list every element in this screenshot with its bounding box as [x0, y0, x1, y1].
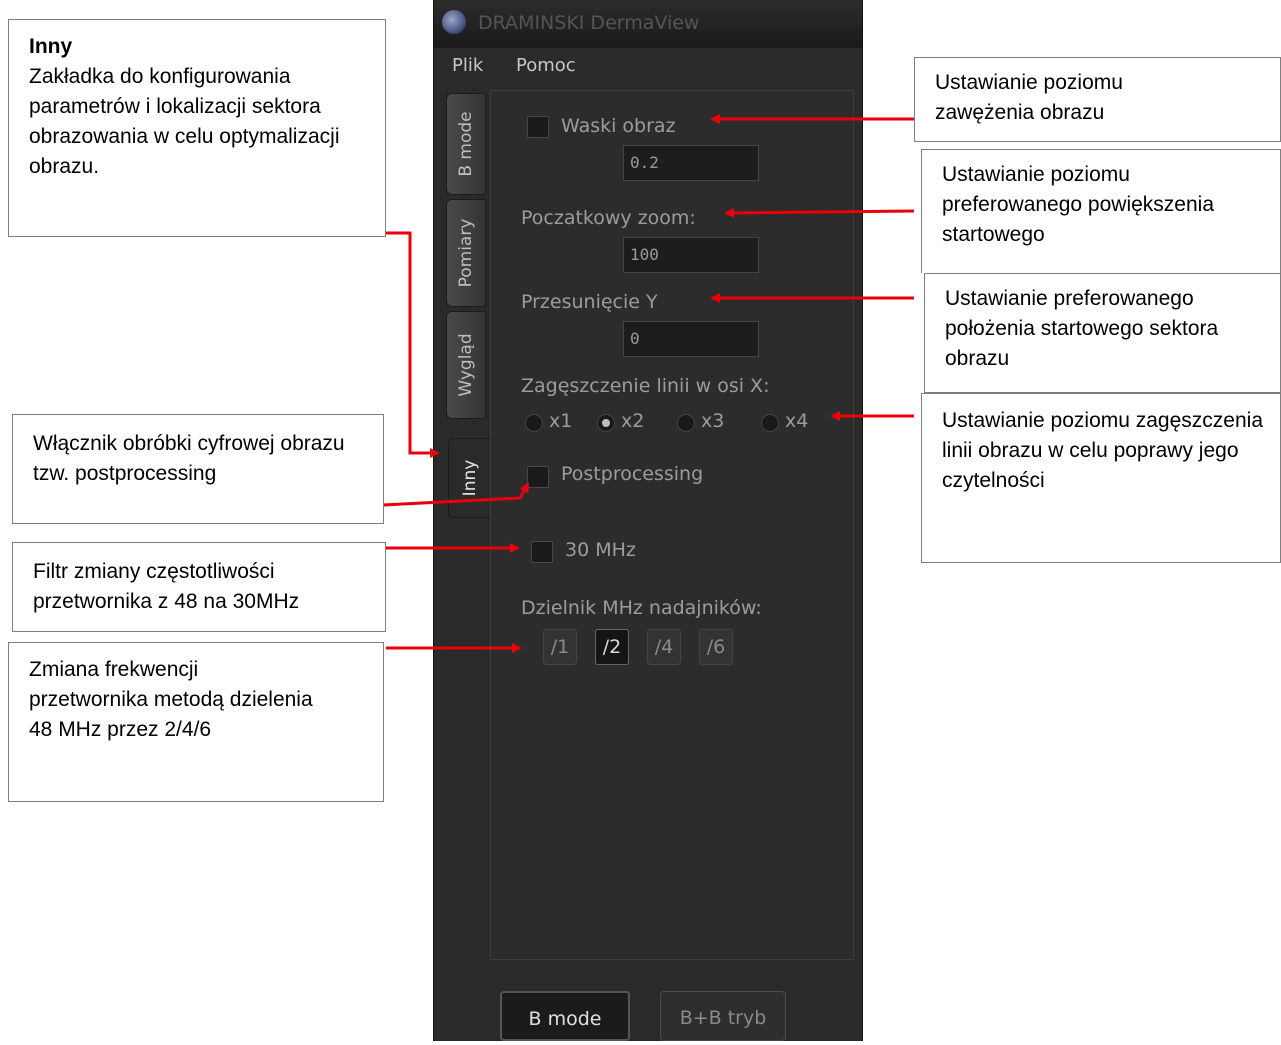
callout-divider-text: Zmiana frekwencji przetwornika metodą dz…	[29, 658, 313, 741]
callout-postprocessing: Włącznik obróbki cyfrowej obrazu tzw. po…	[12, 414, 384, 524]
arrow-postprocessing	[382, 482, 530, 507]
callout-filter: Filtr zmiany częstotliwości przetwornika…	[12, 542, 386, 632]
callout-filter-text: Filtr zmiany częstotliwości przetwornika…	[33, 560, 300, 613]
arrow-inny	[383, 231, 440, 458]
callout-narrow-text: Ustawianie poziomu zawężenia obrazu	[935, 71, 1123, 124]
callout-inny: Inny Zakładka do konfigurowania parametr…	[8, 19, 386, 237]
callout-inny-text: Zakładka do konfigurowania parametrów i …	[29, 65, 340, 178]
arrow-zoom	[724, 207, 915, 218]
callout-zoom-text: Ustawianie poziomu preferowanego powięks…	[942, 163, 1215, 246]
callout-postprocessing-text: Włącznik obróbki cyfrowej obrazu tzw. po…	[33, 432, 345, 485]
callout-zoom: Ustawianie poziomu preferowanego powięks…	[921, 149, 1281, 273]
callout-offset: Ustawianie preferowanego położenia start…	[924, 273, 1281, 393]
callout-density: Ustawianie poziomu zagęszczenia linii ob…	[921, 393, 1281, 563]
callout-divider: Zmiana frekwencji przetwornika metodą dz…	[8, 642, 384, 802]
callout-offset-text: Ustawianie preferowanego położenia start…	[945, 287, 1219, 370]
callout-inny-title: Inny	[29, 35, 73, 58]
callout-narrow: Ustawianie poziomu zawężenia obrazu	[914, 57, 1281, 142]
callout-density-text: Ustawianie poziomu zagęszczenia linii ob…	[942, 409, 1263, 492]
